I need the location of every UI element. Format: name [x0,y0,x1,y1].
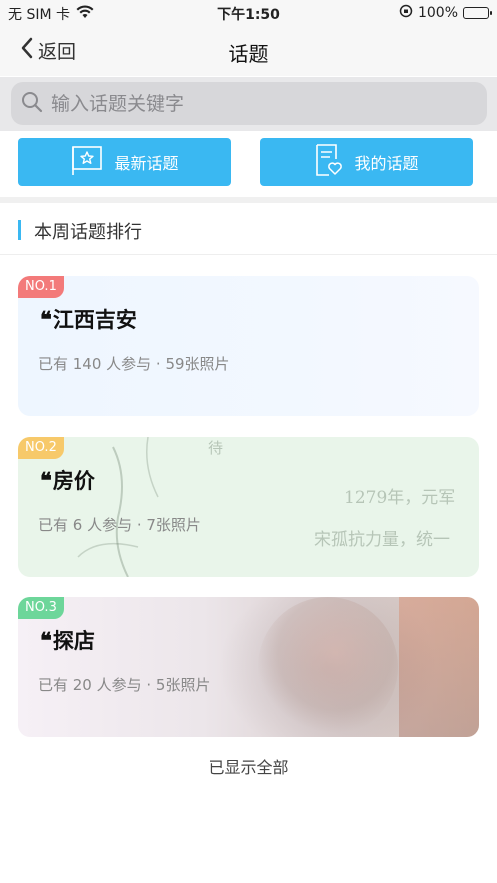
flag-star-icon [70,143,104,181]
quote-mark: ❝ [40,307,52,333]
topic-card[interactable]: NO.1 ❝江西吉安 已有 140 人参与 · 59张照片 [18,276,479,416]
topic-card[interactable]: 待 1279年，元军 宋孤抗力量，统一 NO.2 ❝房价 已有 6 人参与 · … [18,437,479,577]
bg-text-char: 待 [208,439,224,457]
my-topics-label: 我的话题 [354,154,419,173]
topic-title: 探店 [52,629,95,653]
topic-name: ❝房价 [40,465,95,495]
latest-topics-label: 最新话题 [114,154,179,173]
bg-text-line1: 1279年，元军 [344,488,456,508]
quote-mark: ❝ [40,468,52,494]
document-heart-icon [314,143,344,181]
orientation-lock-icon [399,4,413,22]
page-title: 话题 [228,42,269,66]
topic-card[interactable]: NO.3 ❝探店 已有 20 人参与 · 5张照片 [18,597,479,737]
end-of-list-text: 已显示全部 [208,758,289,777]
search-area [0,77,497,131]
bg-text-line2: 宋孤抗力量，统一 [314,530,450,550]
topic-name: ❝江西吉安 [40,304,137,334]
battery-icon [463,7,492,19]
battery-percent: 100% [417,5,458,21]
topic-title: 房价 [52,469,95,493]
rank-badge: NO.3 [18,597,64,619]
rank-badge: NO.1 [18,276,64,298]
my-topics-button[interactable]: 我的话题 [260,138,473,186]
search-box[interactable] [11,82,487,125]
status-right: 100% [399,4,492,22]
topic-stats: 已有 6 人参与 · 7张照片 [38,516,201,534]
topic-name: ❝探店 [40,625,95,655]
nav-bar: 返回 话题 [0,26,497,76]
search-icon [21,91,43,117]
quote-mark: ❝ [40,628,52,654]
action-row: 最新话题 我的话题 [0,131,497,199]
rank-badge: NO.2 [18,437,64,459]
topic-stats: 已有 20 人参与 · 5张照片 [38,676,211,694]
section-accent-bar [18,220,21,240]
status-bar: 无 SIM 卡 下午1:50 100% [0,0,497,26]
search-input[interactable] [49,91,469,116]
latest-topics-button[interactable]: 最新话题 [18,138,231,186]
topic-stats: 已有 140 人参与 · 59张照片 [38,355,230,373]
section-title: 本周话题排行 [34,222,142,243]
topic-title: 江西吉安 [52,308,137,332]
section-header: 本周话题排行 [0,203,497,255]
